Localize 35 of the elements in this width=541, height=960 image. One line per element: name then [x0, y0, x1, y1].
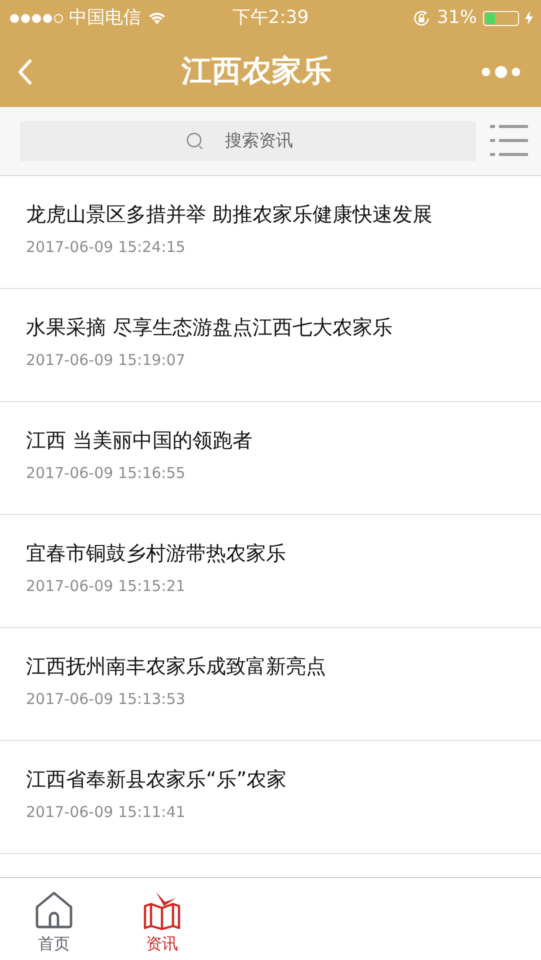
news-title: 江西省奉新县农家乐“乐”农家 — [26, 766, 288, 793]
news-date: 2017-06-09 15:24:15 — [26, 238, 186, 256]
news-date: 2017-06-09 15:13:53 — [26, 690, 186, 708]
battery-icon — [483, 10, 519, 26]
news-title: 宜春市铜鼓乡村游带热农家乐 — [26, 540, 287, 567]
page-title: 江西农家乐 — [182, 53, 332, 91]
news-item[interactable]: 江西省奉新县农家乐“乐”农家 2017-06-09 15:11:41 — [0, 741, 541, 854]
news-date: 2017-06-09 15:19:07 — [26, 351, 186, 369]
tab[interactable]: 首页 — [0, 878, 108, 960]
tab[interactable]: 资讯 — [108, 878, 216, 960]
news-date: 2017-06-09 15:11:41 — [26, 803, 186, 821]
news-title: 江西抚州南丰农家乐成致富新亮点 — [26, 653, 327, 680]
news-title: 水果采摘 尽享生态游盘点江西七大农家乐 — [26, 314, 394, 341]
book-icon — [143, 890, 181, 930]
news-item[interactable]: 江西 当美丽中国的领跑者 2017-06-09 15:16:55 — [0, 402, 541, 515]
back-icon[interactable] — [18, 58, 32, 84]
carrier-name: 中国电信 — [69, 7, 141, 29]
news-item[interactable]: 龙虎山景区多措并举 助推农家乐健康快速发展 2017-06-09 15:24:15 — [0, 176, 541, 289]
status-time: 下午2:39 — [232, 7, 309, 29]
news-date: 2017-06-09 15:16:55 — [26, 464, 186, 482]
news-title: 龙虎山景区多措并举 助推农家乐健康快速发展 — [26, 201, 434, 228]
signal-icon — [10, 14, 63, 22]
news-title: 江西 当美丽中国的领跑者 — [26, 427, 254, 454]
news-item[interactable]: 宜春市铜鼓乡村游带热农家乐 2017-06-09 15:15:21 — [0, 515, 541, 628]
news-item[interactable]: 水果采摘 尽享生态游盘点江西七大农家乐 2017-06-09 15:19:07 — [0, 289, 541, 402]
wifi-icon — [147, 11, 167, 25]
more-icon[interactable] — [481, 64, 521, 78]
battery-percent: 31% — [436, 7, 477, 29]
menu-icon[interactable] — [490, 124, 528, 158]
charging-icon — [525, 11, 533, 25]
news-item[interactable]: 江西抚州南丰农家乐成致富新亮点 2017-06-09 15:13:53 — [0, 628, 541, 741]
search-field[interactable]: 搜索资讯 — [20, 121, 476, 161]
home-icon — [33, 890, 75, 930]
rotation-lock-icon — [412, 8, 431, 28]
news-date: 2017-06-09 15:15:21 — [26, 577, 186, 595]
